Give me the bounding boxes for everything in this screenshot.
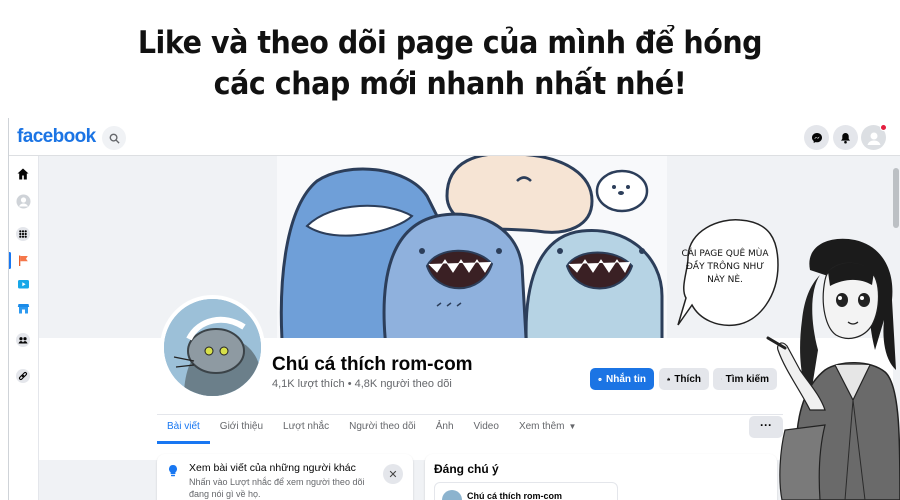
bell-icon: [841, 132, 850, 143]
close-icon[interactable]: ✕: [383, 464, 403, 484]
tab-videos[interactable]: Video: [464, 416, 509, 444]
messenger-icon: [598, 377, 602, 381]
message-button-label: Nhắn tin: [606, 373, 646, 385]
post-author-name: Chú cá thích rom-com: [467, 491, 563, 500]
tab-followers[interactable]: Người theo dõi: [339, 416, 426, 444]
groups-icon[interactable]: [15, 332, 31, 348]
link-icon[interactable]: [15, 368, 31, 384]
page-stats: 4,1K lượt thích • 4,8K người theo dõi: [272, 378, 452, 390]
post-author-avatar: [442, 490, 462, 500]
notice-title: Xem bài viết của những người khác: [189, 462, 356, 474]
messenger-icon: [811, 132, 822, 143]
page-avatar[interactable]: [160, 295, 265, 400]
avatar-illustration: [164, 299, 261, 396]
account-avatar-button[interactable]: [861, 124, 887, 150]
page-title: Chú cá thích rom-com: [272, 354, 473, 375]
chevron-down-icon: ▼: [568, 422, 577, 431]
banner-line-2: các chap mới nhanh nhất nhé!: [213, 66, 687, 102]
banner-line-1: Like và theo dõi page của mình để hóng: [137, 25, 763, 61]
home-icon[interactable]: [15, 166, 31, 182]
manga-character-overlay: [660, 200, 900, 500]
messenger-button[interactable]: [804, 125, 829, 150]
tab-photos[interactable]: Ảnh: [426, 416, 464, 444]
top-navigation-bar: facebook: [9, 118, 900, 156]
notifications-button[interactable]: [833, 125, 858, 150]
flag-icon[interactable]: [15, 252, 31, 268]
profile-icon[interactable]: [15, 193, 31, 209]
tab-more-label: Xem thêm: [518, 421, 565, 432]
tab-about[interactable]: Giới thiệu: [210, 416, 273, 444]
notification-dot: [880, 124, 887, 131]
tab-mentions[interactable]: Lượt nhắc: [273, 416, 339, 444]
lightbulb-icon: [169, 465, 177, 477]
featured-post-preview[interactable]: Chú cá thích rom-com: [434, 482, 618, 500]
featured-title: Đáng chú ý: [434, 462, 499, 476]
cover-illustration: [277, 156, 667, 338]
sidebar-selected-indicator: [9, 252, 11, 269]
profile-avatar: [867, 132, 880, 145]
mentions-notice-card: Xem bài viết của những người khác Nhấn v…: [157, 454, 413, 500]
marketplace-icon[interactable]: [15, 300, 31, 316]
cover-photo[interactable]: [277, 156, 667, 338]
tab-posts[interactable]: Bài viết: [157, 416, 210, 444]
left-sidebar: [9, 156, 39, 500]
watch-icon[interactable]: [15, 276, 31, 292]
facebook-logo[interactable]: facebook: [17, 126, 96, 148]
tab-more[interactable]: Xem thêm ▼: [509, 416, 587, 444]
speech-bubble-text: CÁI PAGE QUÊ MÙA ĐẦY TRÔNG NHƯ NÀY NÈ.: [681, 249, 769, 285]
notice-body: Nhấn vào Lượt nhắc để xem người theo dõi…: [189, 477, 365, 499]
search-icon: [109, 133, 120, 144]
promo-banner: Like và theo dõi page của mình để hóng c…: [0, 0, 900, 108]
apps-grid-icon[interactable]: [15, 226, 31, 242]
page-tabs: Bài viết Giới thiệu Lượt nhắc Người theo…: [157, 416, 586, 444]
manga-girl-illustration: [677, 219, 900, 500]
message-button[interactable]: Nhắn tin: [590, 368, 654, 390]
search-button[interactable]: [102, 126, 126, 150]
